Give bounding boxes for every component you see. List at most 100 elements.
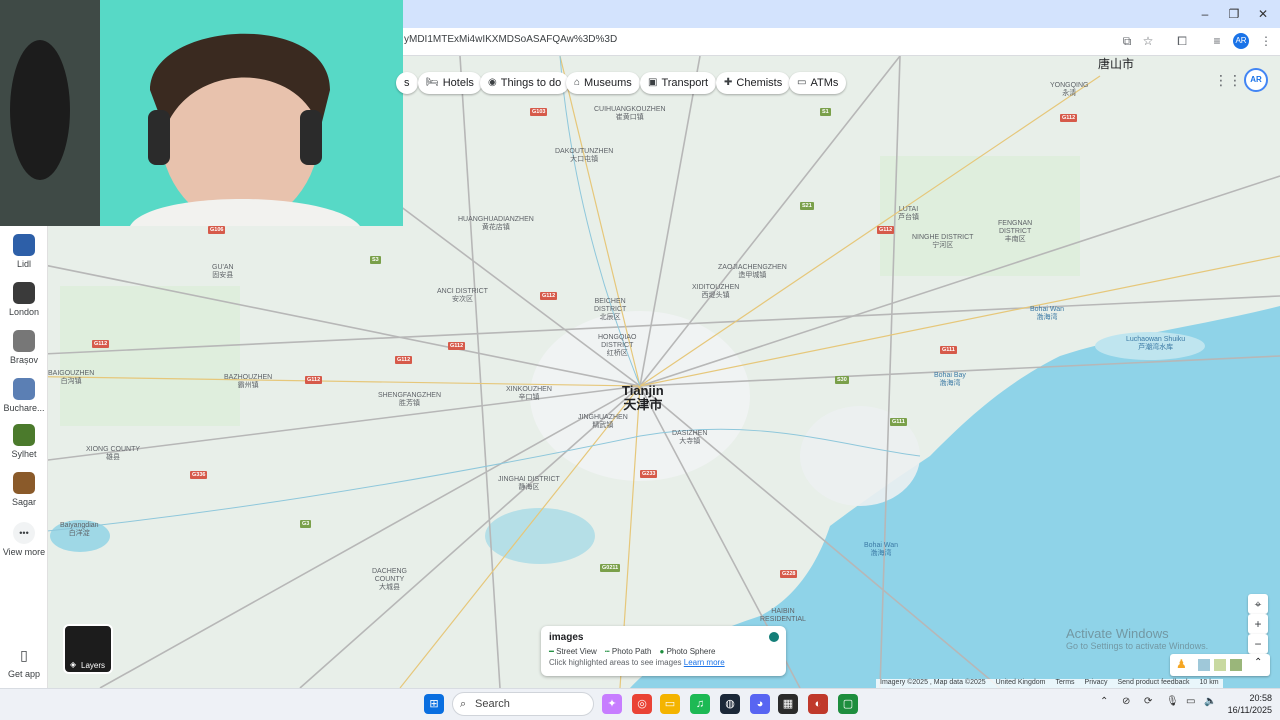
district-label: HONGQIAO DISTRICT 红桥区 xyxy=(598,334,637,357)
zoom-out-button[interactable]: − xyxy=(1248,634,1268,654)
my-location-button[interactable]: ⌖ xyxy=(1248,594,1268,614)
steam-icon[interactable]: ◍ xyxy=(720,694,740,714)
microphone-icon[interactable]: 🎙 xyxy=(1166,696,1179,707)
district-label: YONGQING 永清 xyxy=(1050,82,1089,97)
imagery-thumb[interactable] xyxy=(1214,659,1226,671)
recent-thumbnail xyxy=(13,472,35,494)
pegman-imagery-bar[interactable]: ♟ ⌃ xyxy=(1170,654,1270,676)
layers-button[interactable]: ◈ Layers xyxy=(63,624,113,674)
recent-item[interactable]: Sylhet xyxy=(0,424,48,459)
tray-chevron-icon[interactable]: ⌃ xyxy=(1100,696,1108,707)
layers-label: Layers xyxy=(81,661,106,670)
district-label: SHENGFANGZHEN 胜芳镇 xyxy=(378,392,442,407)
webcam-overlay xyxy=(0,0,403,226)
museum-icon: ⌂ xyxy=(574,77,581,88)
more-dots-icon: ••• xyxy=(13,522,35,544)
media-icon[interactable]: ≡ xyxy=(1209,33,1225,49)
district-label: BAIGOUZHEN 白沟镇 xyxy=(48,370,95,385)
tray-icon[interactable]: ⊘ xyxy=(1122,696,1130,707)
discord-icon[interactable]: ◕ xyxy=(750,694,770,714)
imagery-thumb[interactable] xyxy=(1198,659,1210,671)
clock-time: 20:58 xyxy=(1249,693,1272,703)
lake-label: Baiyangdian 白洋淀 xyxy=(60,522,99,537)
profile-icon[interactable]: AR xyxy=(1233,33,1249,49)
install-app-icon[interactable]: ⧉ xyxy=(1119,33,1135,49)
bookmark-star-icon[interactable]: ☆ xyxy=(1140,33,1156,49)
road-shield: G111 xyxy=(940,346,957,354)
chip-hotels[interactable]: 🛏 Hotels xyxy=(418,72,482,94)
tray-icon[interactable]: ⟳ xyxy=(1144,696,1152,707)
restore-button[interactable]: ❐ xyxy=(1225,5,1243,23)
network-icon[interactable]: ▭ xyxy=(1186,696,1195,707)
windows-start-icon[interactable]: ⊞ xyxy=(424,694,444,714)
district-label: LUTAI 芦台镇 xyxy=(898,206,919,221)
search-icon: ⌕ xyxy=(460,698,467,710)
expand-up-icon[interactable]: ⌃ xyxy=(1254,657,1262,668)
account-avatar[interactable]: AR xyxy=(1244,68,1268,92)
district-label: ZAOJIACHENGZHEN 造甲城镇 xyxy=(718,264,787,279)
taskbar-search[interactable]: ⌕ Search xyxy=(452,692,594,716)
road-shield: G228 xyxy=(780,570,798,578)
layers-icon: ◈ xyxy=(70,660,77,669)
water-label: Luchaowan Shuiku 芦潮湾水库 xyxy=(1126,336,1186,351)
close-button[interactable]: ✕ xyxy=(1254,5,1272,23)
recents-rail: Lidl London Brașov Buchare... Sylhet Sag… xyxy=(0,226,48,688)
images-toggle[interactable] xyxy=(769,632,779,642)
hotel-icon: 🛏 xyxy=(426,77,439,88)
city-label-tangshan: 唐山市 xyxy=(1098,57,1135,71)
get-app-button[interactable]: ▯ Get app xyxy=(0,644,48,679)
chrome-icon[interactable]: ◎ xyxy=(632,694,652,714)
app-icon[interactable]: ◐ xyxy=(808,694,828,714)
chip-chemists[interactable]: ✚ Chemists xyxy=(716,72,791,94)
imagery-thumb[interactable] xyxy=(1230,659,1242,671)
water-label: Bohai Wan 渤海湾 xyxy=(864,542,898,557)
view-more-button[interactable]: ••• View more xyxy=(0,522,48,557)
recent-item[interactable]: Brașov xyxy=(0,330,48,365)
recent-item[interactable]: Buchare... xyxy=(0,378,48,413)
district-label: ANCI DISTRICT 安次区 xyxy=(437,288,488,303)
chip-museums[interactable]: ⌂ Museums xyxy=(566,72,640,94)
copilot-icon[interactable]: ✦ xyxy=(602,694,622,714)
url-text[interactable]: yMDI1MTExMi4wIKXMDSoASAFQAw%3D%3D xyxy=(404,34,617,45)
chip-partial[interactable]: s xyxy=(396,72,418,94)
app-icon[interactable]: ▦ xyxy=(778,694,798,714)
district-label: JINGHAI DISTRICT 静海区 xyxy=(498,476,560,491)
recent-thumbnail xyxy=(13,378,35,400)
app-icon[interactable]: ▢ xyxy=(838,694,858,714)
extensions-icon[interactable]: ⧠ xyxy=(1174,33,1190,49)
legend-photo-sphere: ● Photo Sphere xyxy=(659,647,716,656)
road-shield: G112 xyxy=(1060,114,1078,122)
recent-item[interactable]: London xyxy=(0,282,48,317)
file-explorer-icon[interactable]: ▭ xyxy=(660,694,680,714)
taskbar-clock[interactable]: 20:58 16/11/2025 xyxy=(1222,692,1272,716)
road-shield: G336 xyxy=(190,471,208,479)
menu-kebab-icon[interactable]: ⋮ xyxy=(1258,33,1274,49)
spotify-icon[interactable]: ♫ xyxy=(690,694,710,714)
district-label: FENGNAN DISTRICT 丰南区 xyxy=(998,220,1033,243)
road-shield: G3 xyxy=(300,520,312,528)
recent-thumbnail xyxy=(13,282,35,304)
street-view-images-card: images ━ Street View ┅ Photo Path ● Phot… xyxy=(541,626,786,676)
minimize-button[interactable]: – xyxy=(1196,5,1214,23)
volume-icon[interactable]: 🔈 xyxy=(1204,696,1216,707)
water-label: Bohai Bay 渤海湾 xyxy=(934,372,966,387)
google-apps-icon[interactable]: ⋮⋮ xyxy=(1214,72,1242,90)
road-shield: G112 xyxy=(395,356,413,364)
district-label: XIDITOUZHEN 西堤头镇 xyxy=(692,284,740,299)
road-shield: S21 xyxy=(800,202,814,210)
recent-item[interactable]: Sagar xyxy=(0,472,48,507)
atm-icon: ▭ xyxy=(797,77,807,88)
chip-transport[interactable]: ▣ Transport xyxy=(640,72,717,94)
district-label: JINGHUAZHEN 精武镇 xyxy=(578,414,628,429)
district-label: DACHENG COUNTY 大城县 xyxy=(372,568,408,591)
chip-atms[interactable]: ▭ ATMs xyxy=(789,72,847,94)
recent-item[interactable]: Lidl xyxy=(0,234,48,269)
chip-things-to-do[interactable]: ◉ Things to do xyxy=(480,72,570,94)
zoom-in-button[interactable]: + xyxy=(1248,614,1268,634)
learn-more-link[interactable]: Learn more xyxy=(684,658,725,667)
pegman-icon[interactable]: ♟ xyxy=(1176,657,1187,671)
transport-icon: ▣ xyxy=(648,77,658,88)
windows-activation-watermark: Activate Windows Go to Settings to activ… xyxy=(1066,626,1209,651)
road-shield: S30 xyxy=(835,376,849,384)
road-shield: G233 xyxy=(640,470,658,478)
